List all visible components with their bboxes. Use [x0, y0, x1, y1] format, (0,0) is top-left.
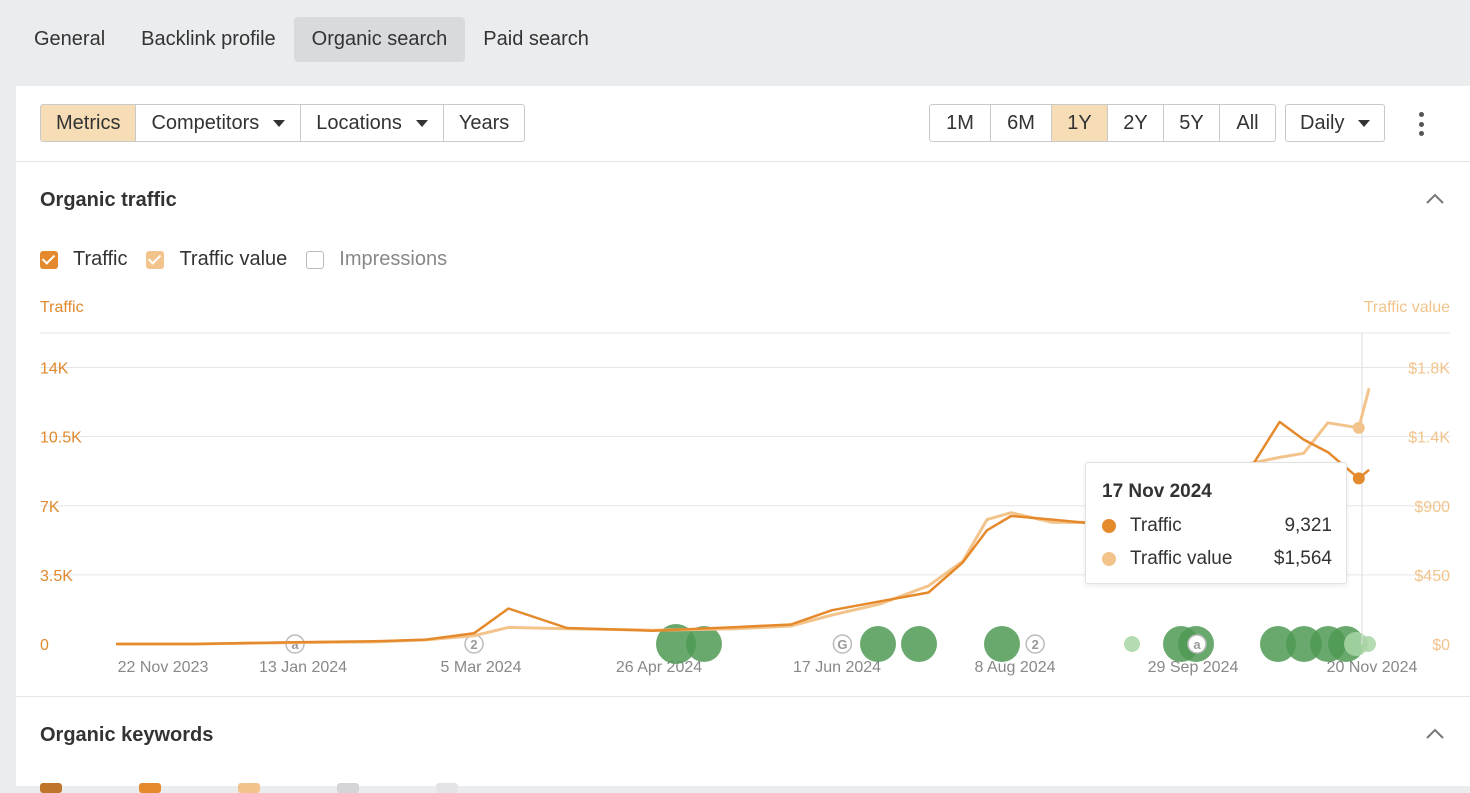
top-tabs: General Backlink profile Organic search … [16, 17, 607, 62]
legend-swatch [40, 783, 62, 793]
x-tick-label: 26 Apr 2024 [616, 659, 702, 676]
organic-keywords-title: Organic keywords [40, 724, 214, 746]
x-tick-label: 8 Aug 2024 [975, 659, 1056, 676]
y-tick-label: 10.5K [40, 430, 82, 447]
event-marker-label: 2 [1032, 637, 1039, 652]
traffic-value-hover-point [1352, 421, 1365, 434]
event-marker-label: a [1193, 637, 1201, 652]
tooltip-date: 17 Nov 2024 [1102, 481, 1212, 502]
y-tick-label: 0 [40, 637, 49, 654]
organic-traffic-chart[interactable]: 0 $0 3.5K $450 7K $900 10.5K $1.4K 14K $1.8K 22 No… [16, 86, 1470, 696]
x-tick-label: 13 Jan 2024 [259, 659, 347, 676]
section-divider [16, 696, 1470, 697]
tab-backlink-profile[interactable]: Backlink profile [123, 17, 294, 62]
tab-organic-search[interactable]: Organic search [293, 17, 466, 62]
traffic-dot-icon [1102, 519, 1116, 533]
x-tick-label: 17 Jun 2024 [793, 659, 881, 676]
chevron-up-icon[interactable] [1424, 723, 1446, 745]
legend-swatch [436, 783, 458, 793]
y-tick-label: 3.5K [40, 568, 73, 585]
main-card: Metrics Competitors Locations Years 1M 6… [16, 86, 1470, 793]
legend-swatch [337, 783, 359, 793]
tooltip-value: $1,564 [1273, 548, 1332, 569]
y2-tick-label: $450 [1414, 568, 1450, 585]
event-marker-label: 2 [470, 637, 477, 652]
event-bubble [984, 626, 1020, 662]
y-tick-label: 14K [40, 361, 69, 378]
y2-tick-label: $1.8K [1408, 361, 1450, 378]
tab-general[interactable]: General [16, 17, 123, 62]
x-tick-label: 22 Nov 2023 [118, 659, 209, 676]
tooltip-label: Traffic value [1130, 548, 1233, 569]
legend-swatch [139, 783, 161, 793]
tab-paid-search[interactable]: Paid search [465, 17, 607, 62]
tooltip-value: 9,321 [1284, 515, 1332, 536]
tooltip-label: Traffic [1130, 515, 1182, 536]
y2-tick-label: $0 [1432, 637, 1450, 654]
x-tick-label: 5 Mar 2024 [441, 659, 522, 676]
traffic-hover-point [1352, 472, 1365, 485]
x-tick-label: 20 Nov 2024 [1327, 659, 1418, 676]
y2-tick-label: $900 [1414, 499, 1450, 516]
tooltip-row-traffic-value: Traffic value $1,564 [1102, 548, 1332, 570]
y-tick-label: 7K [40, 499, 60, 516]
event-bubble [860, 626, 896, 662]
tooltip-row-traffic: Traffic 9,321 [1102, 515, 1332, 537]
y2-tick-label: $1.4K [1408, 430, 1450, 447]
keywords-legend-partial [40, 783, 535, 793]
event-marker-label: G [837, 637, 847, 652]
traffic-value-dot-icon [1102, 552, 1116, 566]
chart-tooltip: 17 Nov 2024 Traffic 9,321 Traffic value … [1085, 462, 1347, 584]
event-bubble [901, 626, 937, 662]
legend-swatch [238, 783, 260, 793]
event-bubble [686, 626, 722, 662]
event-marker-label: a [291, 637, 299, 652]
event-bubble [1124, 636, 1140, 652]
